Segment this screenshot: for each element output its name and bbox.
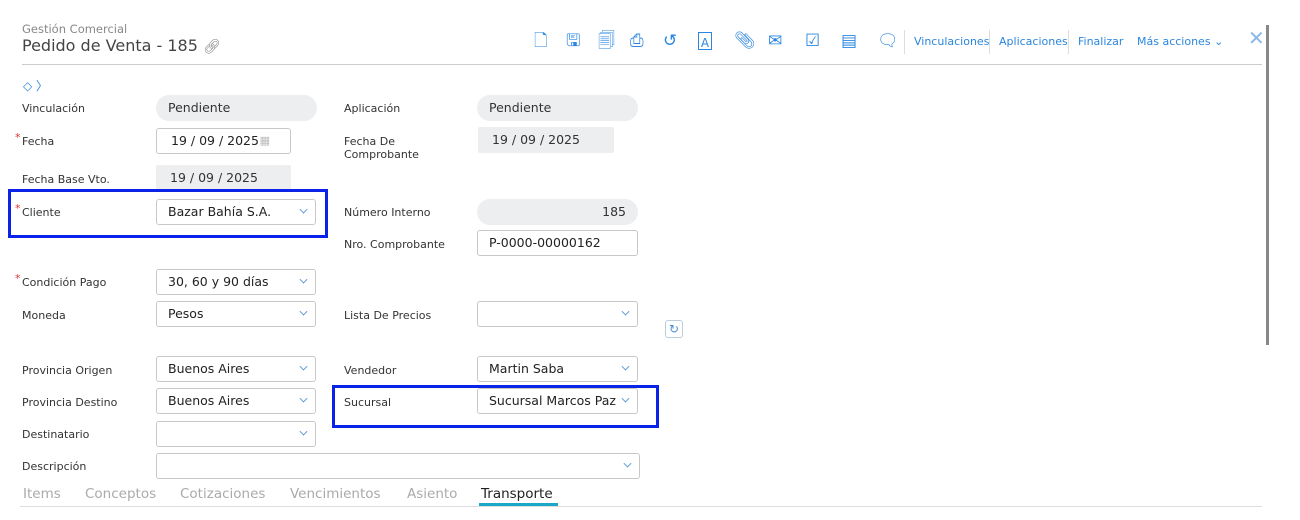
aplicaciones-button[interactable]: Aplicaciones [999, 35, 1068, 48]
provincia-origen-label: Provincia Origen [22, 364, 113, 377]
chevron-down-icon [623, 459, 632, 468]
fecha-label: Fecha [15, 131, 54, 148]
fecha-value: 19 / 09 / 2025 [171, 133, 259, 148]
destinatario-select[interactable] [156, 421, 316, 447]
vendedor-label: Vendedor [344, 364, 397, 377]
chevron-down-icon [299, 275, 308, 284]
calendar-icon[interactable]: ▦ [260, 129, 270, 153]
tabs-divider [20, 506, 1262, 507]
aplicacion-label: Aplicación [344, 102, 401, 115]
nro-comprobante-label: Nro. Comprobante [344, 238, 445, 251]
notebook-icon[interactable]: ▤ [841, 31, 857, 51]
chevron-down-icon [299, 307, 308, 316]
fecha-comprobante-value: 19 / 09 / 2025 [478, 127, 614, 153]
fecha-base-vto-value: 19 / 09 / 2025 [156, 165, 291, 191]
tab-items[interactable]: Items [23, 486, 61, 502]
condicion-pago-label: Condición Pago [15, 272, 106, 289]
tab-conceptos[interactable]: Conceptos [85, 486, 156, 502]
numero-interno-label: Número Interno [344, 206, 431, 219]
module-name: Gestión Comercial [22, 22, 128, 36]
attachment-icon[interactable]: 📎︎ [734, 31, 756, 51]
condicion-pago-value: 30, 60 y 90 días [168, 274, 269, 289]
toolbar-separator [989, 30, 990, 54]
provincia-origen-select[interactable]: Buenos Aires [156, 356, 316, 382]
history-icon[interactable]: ↺ [663, 31, 677, 51]
vinculacion-value: Pendiente [156, 95, 317, 121]
chevron-down-icon [621, 362, 630, 371]
provincia-origen-value: Buenos Aires [168, 361, 250, 376]
refresh-icon[interactable]: ↻ [665, 320, 683, 338]
tab-cotizaciones[interactable]: Cotizaciones [180, 486, 265, 502]
chevron-down-icon [299, 362, 308, 371]
chevron-down-icon [299, 394, 308, 403]
save-icon[interactable]: 🖫 [566, 31, 580, 51]
tab-asiento[interactable]: Asiento [407, 486, 457, 502]
email-icon[interactable]: ✉ [768, 31, 782, 51]
toolbar-separator [904, 30, 905, 54]
checklist-icon[interactable]: ☑ [805, 31, 820, 51]
vendedor-select[interactable]: Martin Saba [477, 356, 638, 382]
condicion-pago-select[interactable]: 30, 60 y 90 días [156, 269, 316, 295]
chevron-down-icon [621, 307, 630, 316]
vendedor-value: Martin Saba [489, 361, 565, 376]
chevron-down-icon: ⌄ [1214, 35, 1224, 48]
numero-interno-value: 185 [477, 199, 638, 225]
fecha-comprobante-label: Fecha De Comprobante [344, 135, 419, 161]
moneda-label: Moneda [22, 309, 66, 322]
finalizar-button[interactable]: Finalizar [1078, 35, 1123, 48]
moneda-value: Pesos [168, 306, 204, 321]
sucursal-highlight [332, 385, 659, 428]
page-title: Pedido de Venta - 185 🔗︎ [22, 36, 221, 55]
toolbar-separator [1068, 30, 1069, 54]
cliente-highlight [8, 189, 328, 238]
text-document-icon[interactable]: A [698, 32, 712, 50]
more-actions-label: Más acciones [1137, 35, 1211, 48]
nro-comprobante-input[interactable]: P-0000-00000162 [477, 230, 638, 256]
tag-icon[interactable]: ◇ 〉 [23, 77, 48, 94]
more-actions-button[interactable]: Más acciones ⌄ [1137, 35, 1223, 48]
lista-precios-select[interactable] [477, 301, 638, 327]
destinatario-label: Destinatario [22, 428, 90, 441]
new-document-icon[interactable]: 🗋 [534, 31, 548, 51]
tab-vencimientos[interactable]: Vencimientos [290, 486, 381, 502]
fecha-input[interactable]: 19 / 09 / 2025 ▦ [156, 128, 291, 154]
chevron-down-icon [299, 427, 308, 436]
close-icon[interactable]: ✕ [1248, 26, 1265, 50]
comment-icon[interactable]: 🗨︎ [877, 31, 899, 51]
moneda-select[interactable]: Pesos [156, 301, 316, 327]
scrollbar[interactable] [1266, 25, 1269, 345]
provincia-destino-value: Buenos Aires [168, 393, 250, 408]
header-divider [22, 64, 1262, 65]
copy-icon[interactable]: 🗐 [598, 31, 615, 51]
provincia-destino-label: Provincia Destino [22, 396, 118, 409]
lista-precios-label: Lista De Precios [344, 309, 432, 322]
fecha-base-vto-label: Fecha Base Vto. [22, 173, 110, 186]
aplicacion-value: Pendiente [477, 95, 638, 121]
vinculacion-label: Vinculación [22, 102, 85, 115]
tab-transporte[interactable]: Transporte [481, 486, 553, 502]
print-icon[interactable]: ⎙ [630, 31, 644, 51]
descripcion-input[interactable] [156, 453, 640, 479]
link-icon[interactable]: 🔗︎ [203, 39, 221, 55]
provincia-destino-select[interactable]: Buenos Aires [156, 388, 316, 414]
vinculaciones-button[interactable]: Vinculaciones [914, 35, 989, 48]
title-text: Pedido de Venta - 185 [22, 36, 198, 55]
descripcion-label: Descripción [22, 460, 87, 473]
